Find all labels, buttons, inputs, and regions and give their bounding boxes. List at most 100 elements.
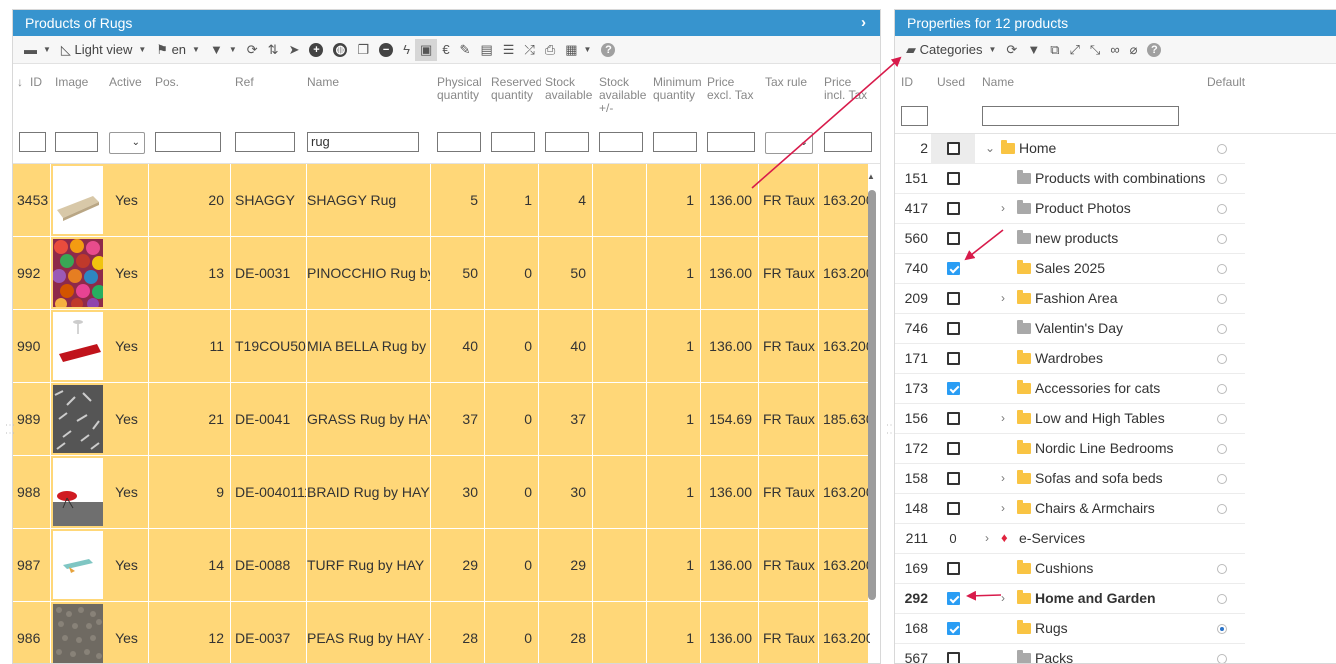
default-radio[interactable]: [1217, 564, 1227, 574]
cell-ref[interactable]: T19COU500: [231, 310, 307, 382]
category-used-cell[interactable]: [931, 644, 975, 663]
category-row[interactable]: 151 Products with combinations: [895, 164, 1245, 194]
table-row[interactable]: 992Yes13DE-0031PINOCCHIO Rug by HAY50050…: [13, 237, 871, 310]
col-cat-used[interactable]: Used: [937, 76, 965, 89]
cell-minimum[interactable]: 1: [647, 383, 701, 455]
cell-tax-rule[interactable]: FR Taux standard: [759, 456, 819, 528]
default-radio[interactable]: [1217, 384, 1227, 394]
table-row[interactable]: 3453 Yes 20 SHAGGY SHAGGY Rug 5 1 4 1 136.00 FR Ta…: [13, 164, 871, 237]
product-thumbnail[interactable]: [53, 385, 103, 453]
category-row[interactable]: 148 › Chairs & Armchairs: [895, 494, 1245, 524]
cell-minimum[interactable]: 1: [647, 310, 701, 382]
filter-price-incl-input[interactable]: [824, 132, 872, 152]
col-name[interactable]: Name: [307, 76, 407, 89]
col-price-incl[interactable]: Price incl. Tax: [824, 76, 870, 102]
cell-stock-var[interactable]: [593, 310, 647, 382]
col-ref[interactable]: Ref: [235, 76, 295, 89]
default-radio[interactable]: [1217, 474, 1227, 484]
cell-id[interactable]: 989: [13, 383, 51, 455]
price-button[interactable]: €: [437, 39, 454, 61]
scroll-up-icon[interactable]: ▲: [867, 172, 875, 181]
used-checkbox[interactable]: [946, 292, 960, 305]
category-used-cell[interactable]: [931, 554, 975, 583]
used-checkbox[interactable]: [946, 382, 960, 395]
category-name[interactable]: Chairs & Armchairs: [1035, 494, 1155, 523]
used-checkbox[interactable]: [946, 262, 960, 275]
table-row[interactable]: 990Yes11T19COU500MIA BELLA Rug by HAY400…: [13, 310, 871, 383]
col-reserved-quantity[interactable]: Reserved quantity: [491, 76, 541, 102]
default-radio[interactable]: [1217, 414, 1227, 424]
category-used-cell[interactable]: [931, 404, 975, 433]
category-used-cell[interactable]: [931, 584, 975, 613]
col-minimum-quantity[interactable]: Minimum quantity: [653, 76, 705, 102]
default-radio[interactable]: [1217, 654, 1227, 663]
filter-physical-input[interactable]: [437, 132, 481, 152]
language-selector[interactable]: ⚑ en ▼: [151, 39, 205, 61]
cell-price-excl[interactable]: 136.00: [701, 237, 759, 309]
cell-minimum[interactable]: 1: [647, 164, 701, 236]
cell-stock[interactable]: 4: [539, 164, 593, 236]
col-cat-name[interactable]: Name: [982, 76, 1014, 89]
chevron-right-icon[interactable]: ›: [1001, 584, 1005, 613]
select-button[interactable]: ➤: [284, 39, 305, 61]
category-name[interactable]: Products with combinations: [1035, 164, 1205, 193]
left-splitter[interactable]: ⋮⋮: [2, 0, 15, 664]
open-external-button[interactable]: ⧉: [1045, 39, 1064, 61]
used-checkbox[interactable]: [946, 172, 960, 185]
category-name[interactable]: Home and Garden: [1035, 584, 1156, 613]
table-row[interactable]: 987 Yes 14 DE-0088 TURF Rug by HAY 29 0 29 1 136.…: [13, 529, 871, 602]
default-radio[interactable]: [1217, 504, 1227, 514]
filter-button[interactable]: ▼ ▼: [205, 39, 242, 61]
default-radio[interactable]: [1217, 264, 1227, 274]
refresh-categories-button[interactable]: ⟳: [1001, 39, 1022, 61]
cell-minimum[interactable]: 1: [647, 529, 701, 601]
cell-stock[interactable]: 50: [539, 237, 593, 309]
cell-name[interactable]: MIA BELLA Rug by HAY: [303, 310, 431, 382]
cell-price-incl[interactable]: 163.200: [819, 310, 871, 382]
cell-pos[interactable]: 14: [149, 529, 231, 601]
help-button[interactable]: ?: [1142, 39, 1166, 61]
category-used-cell[interactable]: [931, 614, 975, 643]
cell-price-excl[interactable]: 136.00: [701, 529, 759, 601]
cell-minimum[interactable]: 1: [647, 456, 701, 528]
cell-physical[interactable]: 29: [431, 529, 485, 601]
panel-splitter[interactable]: ⋮⋮: [883, 0, 896, 664]
col-pos[interactable]: Pos.: [155, 76, 215, 89]
cell-name[interactable]: SHAGGY Rug: [303, 164, 431, 236]
category-used-cell[interactable]: [931, 464, 975, 493]
cell-physical[interactable]: 30: [431, 456, 485, 528]
collapse-all-button[interactable]: ⤡: [1085, 39, 1105, 61]
cell-active[interactable]: Yes: [105, 310, 149, 382]
cell-stock-var[interactable]: [593, 383, 647, 455]
used-checkbox[interactable]: [946, 502, 960, 515]
chevron-right-icon[interactable]: ›: [1001, 194, 1005, 223]
used-checkbox[interactable]: [946, 202, 960, 215]
col-tax-rule[interactable]: Tax rule: [765, 76, 815, 89]
category-name[interactable]: Sales 2025: [1035, 254, 1105, 283]
chevron-right-icon[interactable]: ›: [1001, 464, 1005, 493]
category-name[interactable]: new products: [1035, 224, 1118, 253]
category-name[interactable]: Cushions: [1035, 554, 1093, 583]
col-stock-available[interactable]: Stock available: [545, 76, 595, 102]
category-row[interactable]: 2 ⌄ Home: [895, 134, 1245, 164]
category-name[interactable]: Product Photos: [1035, 194, 1131, 223]
cell-stock[interactable]: 28: [539, 602, 593, 663]
category-row[interactable]: 417 › Product Photos: [895, 194, 1245, 224]
print-button[interactable]: ⎙: [540, 39, 560, 61]
col-cat-default[interactable]: Default: [1207, 76, 1245, 89]
chevron-right-icon[interactable]: ›: [1001, 284, 1005, 313]
cell-price-excl[interactable]: 136.00: [701, 602, 759, 663]
cell-tax-rule[interactable]: FR Taux standard: [759, 237, 819, 309]
used-checkbox[interactable]: [946, 322, 960, 335]
category-row[interactable]: 173 Accessories for cats: [895, 374, 1245, 404]
cell-id[interactable]: 986: [13, 602, 51, 663]
category-name[interactable]: Sofas and sofa beds: [1035, 464, 1163, 493]
category-row[interactable]: 746 Valentin's Day: [895, 314, 1245, 344]
category-row[interactable]: 292 › Home and Garden: [895, 584, 1245, 614]
table-row[interactable]: 989Yes21DE-0041GRASS Rug by HAY - 137037…: [13, 383, 871, 456]
cell-pos[interactable]: 11: [149, 310, 231, 382]
cell-tax-rule[interactable]: FR Taux standard: [759, 310, 819, 382]
expand-all-button[interactable]: ⤢: [1065, 39, 1085, 61]
col-physical-quantity[interactable]: Physical quantity: [437, 76, 487, 102]
filter-id-input[interactable]: [19, 132, 46, 152]
